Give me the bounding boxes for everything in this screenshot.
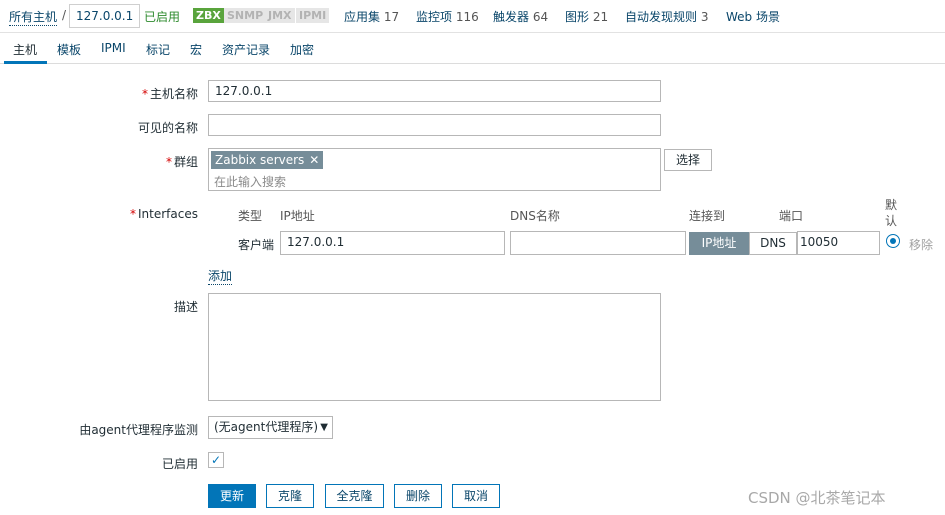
enabled-label: 已启用: [161, 457, 198, 471]
host-form-tabs: 主机 模板 IPMI 标记 宏 资产记录 加密: [0, 33, 945, 64]
tab-encryption[interactable]: 加密: [290, 41, 314, 58]
link-web-scenarios[interactable]: Web 场景: [726, 8, 780, 25]
proxy-label: 由agent代理程序监测: [79, 423, 198, 437]
availability-ipmi-badge: IPMI: [296, 8, 330, 23]
connect-to-dns-toggle[interactable]: DNS: [749, 232, 797, 255]
chevron-down-icon: ▼: [320, 422, 328, 433]
link-triggers-label: 触发器: [493, 10, 530, 24]
link-items-count: 116: [455, 10, 479, 24]
iface-header-dns: DNS名称: [510, 209, 560, 223]
hostname-input[interactable]: 127.0.0.1: [208, 80, 661, 102]
group-chip-label: Zabbix servers: [215, 153, 305, 167]
link-triggers[interactable]: 触发器 64: [493, 8, 548, 25]
tab-templates[interactable]: 模板: [57, 41, 81, 58]
required-mark: *: [130, 207, 137, 221]
add-interface-link[interactable]: 添加: [208, 267, 233, 285]
update-button[interactable]: 更新: [208, 484, 256, 508]
hostname-label: * 主机名称: [142, 85, 198, 102]
link-graphs-label: 图形: [565, 10, 590, 24]
tab-ipmi[interactable]: IPMI: [101, 41, 126, 55]
iface-dns-input[interactable]: [510, 231, 686, 255]
availability-snmp-badge: SNMP: [224, 8, 267, 23]
link-applications-label: 应用集: [344, 10, 381, 24]
link-applications-count: 17: [383, 10, 400, 24]
iface-remove-link[interactable]: 移除: [909, 236, 933, 253]
select-groups-button[interactable]: 选择: [664, 149, 712, 171]
groups-label-text: 群组: [173, 155, 198, 169]
breadcrumb-separator: /: [62, 8, 67, 22]
link-discovery-rules-label: 自动发现规则: [625, 10, 698, 24]
enabled-checkbox[interactable]: ✓: [208, 452, 224, 468]
required-mark: *: [141, 87, 148, 101]
breadcrumb-all-hosts[interactable]: 所有主机: [9, 8, 58, 26]
availability-jmx-badge: JMX: [265, 8, 295, 23]
groups-search-placeholder[interactable]: 在此输入搜索: [214, 173, 286, 190]
availability-zbx-badge: ZBX: [193, 8, 224, 23]
iface-header-default: 默认: [885, 198, 898, 228]
tab-tags[interactable]: 标记: [146, 41, 170, 58]
required-mark: *: [165, 155, 172, 169]
visible-name-label: 可见的名称: [137, 121, 198, 135]
iface-header-port: 端口: [779, 209, 804, 223]
link-discovery-rules[interactable]: 自动发现规则 3: [625, 8, 708, 25]
link-graphs-count: 21: [592, 10, 609, 24]
iface-ip-input[interactable]: 127.0.0.1: [280, 231, 505, 255]
groups-label: * 群组: [166, 153, 198, 170]
group-chip-zabbix-servers: Zabbix servers ✕: [211, 151, 324, 169]
delete-button[interactable]: 删除: [394, 484, 442, 508]
link-graphs[interactable]: 图形 21: [565, 8, 608, 25]
link-discovery-rules-count: 3: [700, 10, 709, 24]
description-label: 描述: [173, 300, 198, 314]
close-icon[interactable]: ✕: [309, 153, 319, 167]
link-applications[interactable]: 应用集 17: [344, 8, 399, 25]
proxy-select-value: (无agent代理程序): [214, 420, 319, 434]
interfaces-label-text: Interfaces: [138, 207, 198, 221]
tab-host[interactable]: 主机: [13, 41, 37, 58]
connect-to-ip-toggle[interactable]: IP地址: [689, 232, 749, 255]
full-clone-button[interactable]: 全克隆: [325, 484, 384, 508]
watermark-text: CSDN @北茶笔记本: [748, 489, 886, 507]
host-navigation-bar: 所有主机 / 127.0.0.1 已启用 ZBX SNMP JMX IPMI 应…: [0, 0, 945, 33]
iface-type-agent: 客户端: [238, 238, 275, 252]
iface-port-input[interactable]: 10050: [797, 231, 880, 255]
link-triggers-count: 64: [532, 10, 549, 24]
proxy-select[interactable]: (无agent代理程序) ▼: [208, 416, 333, 439]
clone-button[interactable]: 克隆: [266, 484, 314, 508]
default-interface-radio[interactable]: [886, 234, 900, 248]
link-items-label: 监控项: [416, 10, 453, 24]
hostname-label-text: 主机名称: [149, 87, 198, 101]
interfaces-label: * Interfaces: [130, 207, 198, 221]
visible-name-input[interactable]: [208, 114, 661, 136]
iface-header-connect: 连接到: [689, 209, 726, 223]
cancel-button[interactable]: 取消: [452, 484, 500, 508]
tab-macros[interactable]: 宏: [190, 41, 202, 58]
iface-header-type: 类型: [238, 209, 263, 223]
breadcrumb-current-host[interactable]: 127.0.0.1: [69, 4, 141, 28]
iface-header-ip: IP地址: [280, 209, 315, 223]
host-status-enabled[interactable]: 已启用: [144, 8, 180, 25]
link-web-scenarios-label: Web 场景: [726, 10, 780, 24]
link-items[interactable]: 监控项 116: [416, 8, 479, 25]
tab-inventory[interactable]: 资产记录: [222, 41, 270, 58]
description-textarea[interactable]: [208, 293, 661, 401]
